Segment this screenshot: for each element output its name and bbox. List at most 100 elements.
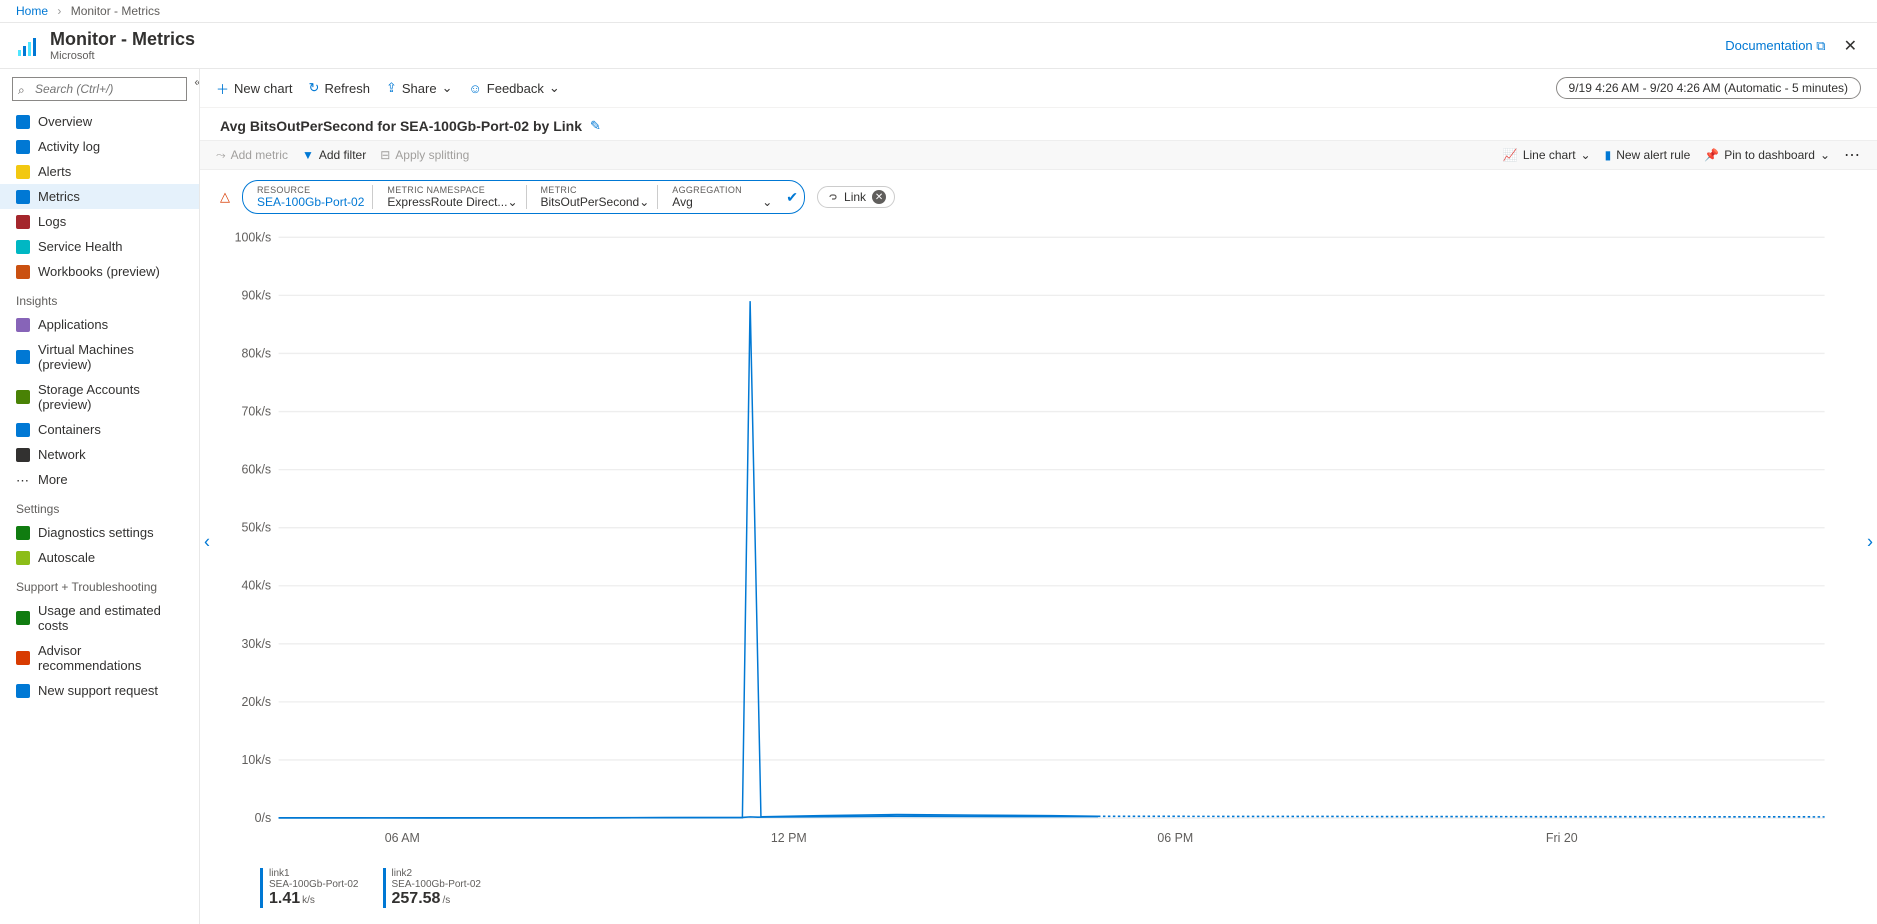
feedback-button[interactable]: ☺Feedback ⌄ [469,80,560,96]
nav-section-settings: Settings [0,492,199,520]
prev-chart-icon[interactable]: ‹ [204,532,210,553]
metric-warning-icon: △ [220,189,230,205]
legend-unit: /s [442,895,450,906]
metrics-icon [16,190,30,204]
share-button[interactable]: ⇪Share ⌄ [386,80,453,96]
chevron-down-icon: ⌄ [507,195,517,209]
refresh-icon: ↻ [309,80,320,96]
apply-splitting-button[interactable]: ⊟Apply splitting [380,148,469,162]
add-metric-icon: ⤳ [216,148,226,163]
sidebar-item-usage[interactable]: Usage and estimated costs [0,598,199,638]
sidebar-item-storage[interactable]: Storage Accounts (preview) [0,377,199,417]
legend-item[interactable]: link1 SEA-100Gb-Port-02 1.41k/s [260,868,359,908]
svg-text:40k/s: 40k/s [242,577,272,593]
sidebar-item-overview[interactable]: Overview [0,109,199,134]
aggregation-select[interactable]: Avg⌄ [672,195,772,209]
metric-select[interactable]: BitsOutPerSecond⌄ [541,195,650,209]
legend-item[interactable]: link2 SEA-100Gb-Port-02 257.58/s [383,868,482,908]
storage-icon [16,390,30,404]
chart-title: Avg BitsOutPerSecond for SEA-100Gb-Port-… [220,118,582,134]
activity-log-icon [16,140,30,154]
sidebar-search-input[interactable] [12,77,187,101]
legend-value: 257.58 [392,890,441,907]
add-metric-button[interactable]: ⤳Add metric [216,148,288,163]
alerts-icon [16,165,30,179]
advisor-icon [16,651,30,665]
share-icon: ⇪ [386,80,397,96]
pin-icon: 📌 [1704,148,1719,162]
chevron-down-icon: ⌄ [549,80,560,96]
sidebar-item-service-health[interactable]: Service Health [0,234,199,259]
sidebar-item-applications[interactable]: Applications [0,312,199,337]
chart-toolbar: ⤳Add metric ▼Add filter ⊟Apply splitting… [200,140,1877,170]
sidebar-item-autoscale[interactable]: Autoscale [0,545,199,570]
external-link-icon: ⧉ [1816,38,1825,53]
resource-select[interactable]: SEA-100Gb-Port-02 [257,195,364,209]
monitor-icon [16,34,40,58]
line-chart[interactable]: 0/s10k/s20k/s30k/s40k/s50k/s60k/s70k/s80… [224,224,1837,850]
svg-text:50k/s: 50k/s [242,519,272,535]
pin-to-dashboard-button[interactable]: 📌Pin to dashboard ⌄ [1704,148,1830,162]
svg-text:70k/s: 70k/s [242,403,272,419]
chevron-down-icon: ⌄ [639,195,649,209]
page-subtitle: Microsoft [50,50,195,62]
split-by-chip[interactable]: Link ✕ [817,186,895,208]
remove-chip-icon[interactable]: ✕ [872,190,886,204]
sidebar-item-diagnostics[interactable]: Diagnostics settings [0,520,199,545]
sidebar-item-containers[interactable]: Containers [0,417,199,442]
workbooks-icon [16,265,30,279]
alert-icon: ▮ [1605,148,1612,162]
close-icon[interactable]: ✕ [1840,36,1861,56]
edit-title-icon[interactable]: ✎ [590,118,601,134]
metric-config-row: △ RESOURCE SEA-100Gb-Port-02 METRIC NAME… [200,170,1877,224]
svg-text:30k/s: 30k/s [242,635,272,651]
sidebar-item-label: More [38,472,68,487]
add-filter-button[interactable]: ▼Add filter [302,148,366,162]
sidebar-item-newreq[interactable]: New support request [0,678,199,703]
sidebar-item-label: Containers [38,422,101,437]
legend-value: 1.41 [269,890,300,907]
sidebar-item-activity-log[interactable]: Activity log [0,134,199,159]
refresh-button[interactable]: ↻Refresh [309,80,370,96]
svg-text:Fri 20: Fri 20 [1546,830,1578,846]
sidebar-item-label: Network [38,447,86,462]
documentation-link[interactable]: Documentation ⧉ [1725,38,1825,54]
time-range-picker[interactable]: 9/19 4:26 AM - 9/20 4:26 AM (Automatic -… [1556,77,1861,99]
next-chart-icon[interactable]: › [1867,532,1873,553]
svg-text:60k/s: 60k/s [242,461,272,477]
sidebar-item-workbooks[interactable]: Workbooks (preview) [0,259,199,284]
sidebar-item-logs[interactable]: Logs [0,209,199,234]
sidebar-item-metrics[interactable]: Metrics [0,184,199,209]
sidebar-item-label: Advisor recommendations [38,643,183,673]
breadcrumb: Home › Monitor - Metrics [0,0,1877,23]
legend-series-name: link2 [392,868,482,879]
legend-resource: SEA-100Gb-Port-02 [392,879,482,890]
more-options-icon[interactable]: ⋯ [1844,145,1861,165]
metric-label: METRIC [541,185,650,195]
chart-area: ‹ › 0/s10k/s20k/s30k/s40k/s50k/s60k/s70k… [200,224,1877,860]
sidebar-item-vms[interactable]: Virtual Machines (preview) [0,337,199,377]
sidebar-item-alerts[interactable]: Alerts [0,159,199,184]
usage-icon [16,611,30,625]
chevron-down-icon: ⌄ [1581,148,1591,162]
applications-icon [16,318,30,332]
chart-legend: link1 SEA-100Gb-Port-02 1.41k/s link2 SEA… [200,860,1877,924]
breadcrumb-home[interactable]: Home [16,4,48,18]
svg-text:20k/s: 20k/s [242,693,272,709]
sidebar-item-label: Usage and estimated costs [38,603,183,633]
line-chart-icon: 📈 [1503,148,1518,162]
sidebar-item-network[interactable]: Network [0,442,199,467]
main-content: ＋New chart ↻Refresh ⇪Share ⌄ ☺Feedback ⌄… [200,69,1877,924]
check-icon: ✔ [786,189,798,206]
new-chart-button[interactable]: ＋New chart [216,79,293,98]
sidebar-item-advisor[interactable]: Advisor recommendations [0,638,199,678]
new-alert-rule-button[interactable]: ▮New alert rule [1605,148,1691,162]
aggregation-label: AGGREGATION [672,185,772,195]
namespace-select[interactable]: ExpressRoute Direct...⌄ [387,195,517,209]
legend-resource: SEA-100Gb-Port-02 [269,879,359,890]
chart-type-select[interactable]: 📈Line chart ⌄ [1503,148,1591,162]
svg-text:0/s: 0/s [255,810,272,826]
sidebar-item-more[interactable]: ⋯More [0,467,199,492]
sidebar-item-label: New support request [38,683,158,698]
sidebar-item-label: Activity log [38,139,100,154]
